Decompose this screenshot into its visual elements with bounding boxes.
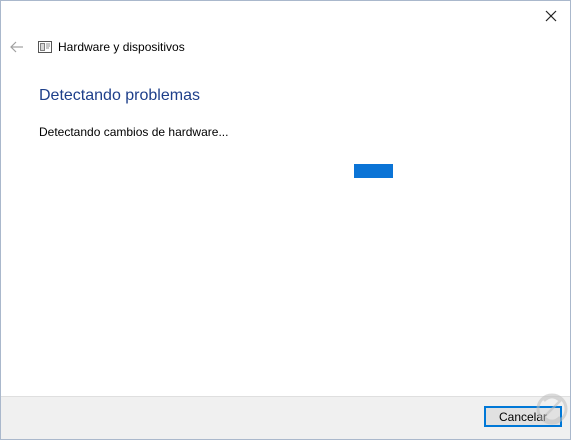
back-arrow-icon <box>10 41 23 53</box>
progress-bar <box>354 164 394 178</box>
footer-bar: Cancelar <box>1 396 570 439</box>
hardware-devices-icon <box>37 39 53 55</box>
back-button[interactable] <box>7 37 27 57</box>
header-row: Hardware y dispositivos <box>7 37 185 57</box>
troubleshooter-window: Hardware y dispositivos Detectando probl… <box>0 0 571 440</box>
status-text: Detectando cambios de hardware... <box>39 125 229 139</box>
close-icon <box>545 10 557 22</box>
progress-indicator <box>354 164 393 178</box>
window-title: Hardware y dispositivos <box>58 40 185 54</box>
close-button[interactable] <box>538 5 564 27</box>
page-heading: Detectando problemas <box>39 87 200 104</box>
cancel-button[interactable]: Cancelar <box>484 406 562 427</box>
